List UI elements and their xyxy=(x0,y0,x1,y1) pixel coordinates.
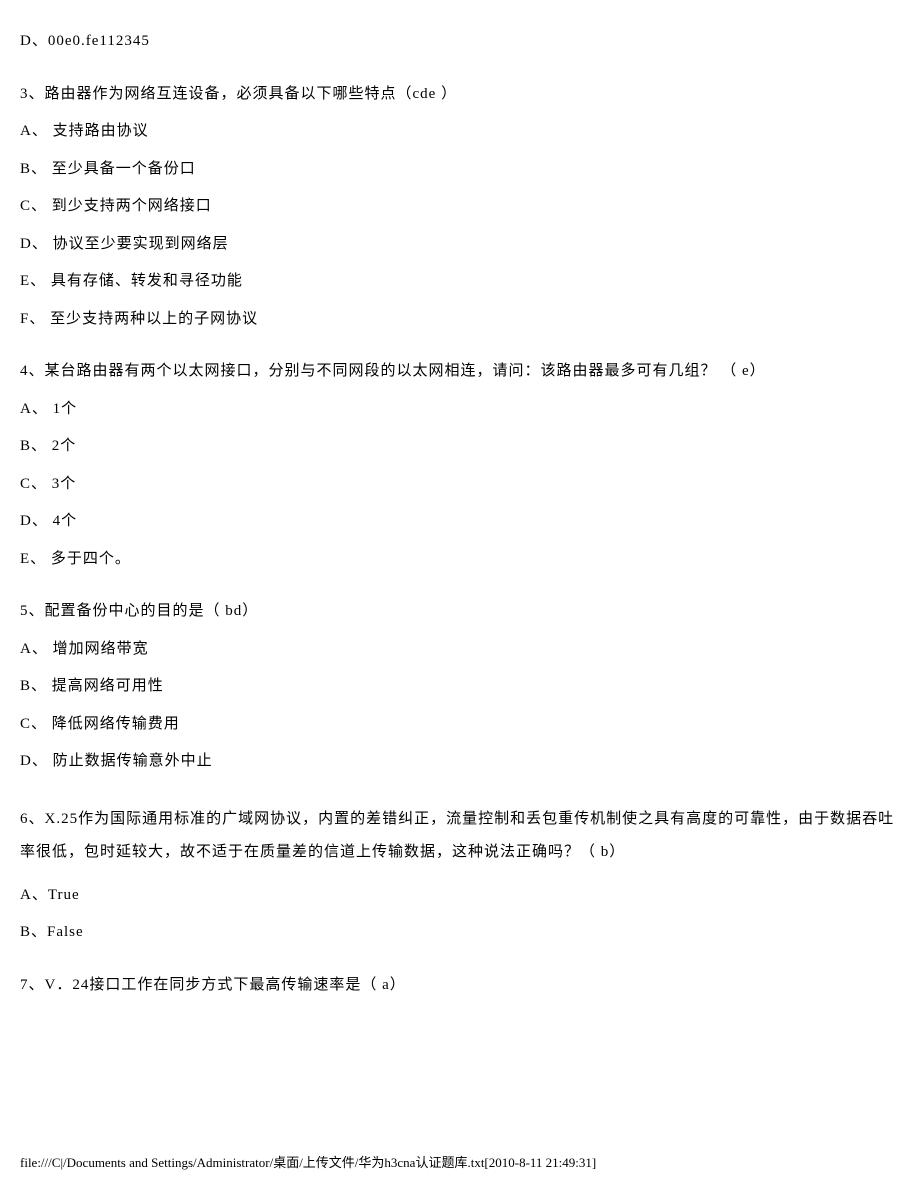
q6-option-a: A、True xyxy=(20,884,900,907)
q5-option-d: D、 防止数据传输意外中止 xyxy=(20,750,900,773)
q3-option-a: A、 支持路由协议 xyxy=(20,120,900,143)
q3-option-b: B、 至少具备一个备份口 xyxy=(20,158,900,181)
q3-option-d: D、 协议至少要实现到网络层 xyxy=(20,233,900,256)
q2-option-d: D、00e0.fe112345 xyxy=(20,30,900,53)
blank-space xyxy=(20,585,900,600)
q4-option-b: B、 2个 xyxy=(20,435,900,458)
q4-option-a: A、 1个 xyxy=(20,398,900,421)
q7-stem: 7、V．24接口工作在同步方式下最高传输速率是（ a） xyxy=(20,974,900,997)
q3-option-c: C、 到少支持两个网络接口 xyxy=(20,195,900,218)
q5-option-c: C、 降低网络传输费用 xyxy=(20,713,900,736)
q4-option-d: D、 4个 xyxy=(20,510,900,533)
page-footer-path: file:///C|/Documents and Settings/Admini… xyxy=(20,1152,596,1171)
blank-space xyxy=(20,788,900,803)
q4-option-c: C、 3个 xyxy=(20,473,900,496)
blank-space xyxy=(20,68,900,83)
q6-stem: 6、X.25作为国际通用标准的广域网协议，内置的差错纠正，流量控制和丢包重传机制… xyxy=(20,803,900,869)
q5-stem: 5、配置备份中心的目的是（ bd） xyxy=(20,600,900,623)
document-page: D、00e0.fe112345 3、路由器作为网络互连设备，必须具备以下哪些特点… xyxy=(0,0,920,1191)
q3-stem: 3、路由器作为网络互连设备，必须具备以下哪些特点（cde ） xyxy=(20,83,900,106)
q5-option-a: A、 增加网络带宽 xyxy=(20,638,900,661)
q4-option-e: E、 多于四个。 xyxy=(20,548,900,571)
q3-option-f: F、 至少支持两种以上的子网协议 xyxy=(20,308,900,331)
q4-stem: 4、某台路由器有两个以太网接口，分别与不同网段的以太网相连，请问：该路由器最多可… xyxy=(20,360,900,383)
blank-space xyxy=(20,345,900,360)
q3-option-e: E、 具有存储、转发和寻径功能 xyxy=(20,270,900,293)
q6-option-b: B、False xyxy=(20,921,900,944)
q5-option-b: B、 提高网络可用性 xyxy=(20,675,900,698)
blank-space xyxy=(20,959,900,974)
